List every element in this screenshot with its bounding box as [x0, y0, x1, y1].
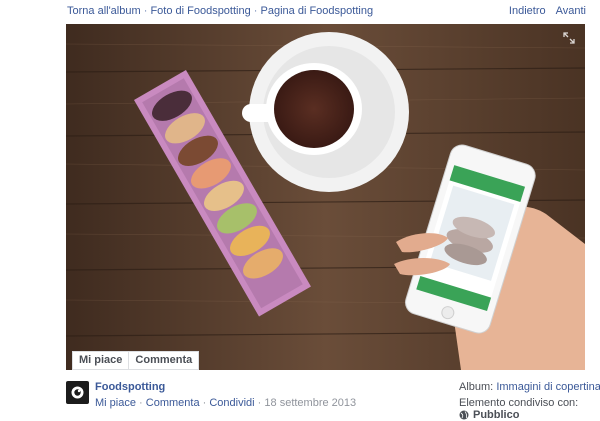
album-info: Album: Immagini di copertina: [459, 381, 600, 393]
separator: ·: [143, 5, 148, 17]
photo-like-button[interactable]: Mi piace: [73, 352, 128, 369]
separator: ·: [253, 5, 258, 17]
separator: ·: [257, 397, 262, 409]
like-link[interactable]: Mi piace: [95, 397, 136, 409]
album-name-link[interactable]: Immagini di copertina: [496, 381, 600, 393]
separator: ·: [202, 397, 207, 409]
shared-with-label: Elemento condiviso con:: [459, 397, 579, 409]
expand-icon[interactable]: [563, 32, 575, 44]
photos-of-page-link[interactable]: Foto di Foodspotting: [150, 5, 250, 17]
photo-overlay-actions: Mi piace Commenta: [72, 351, 200, 370]
breadcrumb: Torna all'album · Foto di Foodspotting ·…: [67, 5, 373, 17]
back-to-album-link[interactable]: Torna all'album: [67, 5, 141, 17]
album-label: Album:: [459, 381, 494, 393]
top-navigation: Torna all'album · Foto di Foodspotting ·…: [0, 0, 600, 22]
separator: ·: [139, 397, 143, 409]
photo-image: [66, 24, 585, 370]
photo-pager: Indietro Avanti: [509, 5, 586, 17]
page-name-link[interactable]: Foodspotting: [95, 381, 165, 393]
globe-icon: [459, 410, 469, 420]
comment-link[interactable]: Commenta: [146, 397, 200, 409]
next-photo-link[interactable]: Avanti: [556, 5, 586, 17]
photo-comment-button[interactable]: Commenta: [128, 352, 198, 369]
post-date[interactable]: 18 settembre 2013: [264, 397, 356, 409]
photo-viewer[interactable]: [66, 24, 585, 370]
audience-selector[interactable]: Pubblico: [459, 409, 519, 421]
foodspotting-logo-icon: [71, 386, 84, 399]
avatar[interactable]: [66, 381, 89, 404]
post-action-bar: Mi piace · Commenta · Condividi · 18 set…: [95, 397, 356, 409]
share-link[interactable]: Condividi: [209, 397, 254, 409]
audience-label: Pubblico: [473, 409, 520, 421]
page-link[interactable]: Pagina di Foodspotting: [261, 5, 374, 17]
previous-photo-link[interactable]: Indietro: [509, 5, 546, 17]
